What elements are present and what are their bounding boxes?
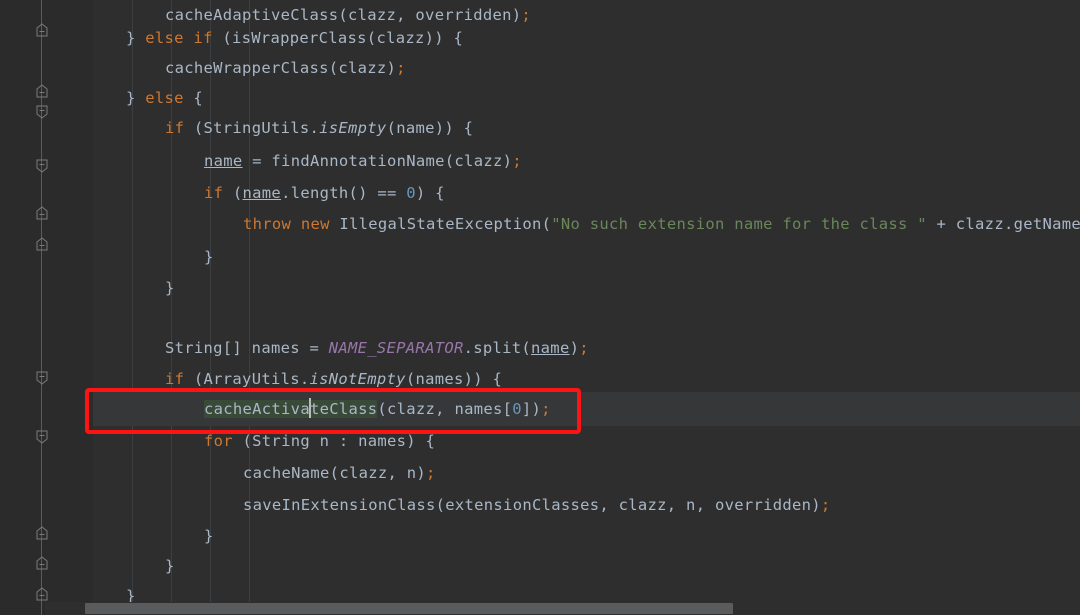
- line-cache-wrapper-class[interactable]: cacheWrapperClass(clazz);: [165, 53, 406, 83]
- line-string-names-split[interactable]: String[] names = NAME_SEPARATOR.split(na…: [165, 333, 589, 363]
- token-text: }: [126, 89, 146, 107]
- horizontal-scrollbar-track[interactable]: [45, 602, 1080, 615]
- horizontal-scrollbar-thumb[interactable]: [85, 603, 733, 614]
- token-text: .length() ==: [281, 184, 407, 202]
- token-text: (: [223, 184, 243, 202]
- token-text: else: [145, 89, 184, 107]
- token-text: cacheWrapperClass(clazz): [165, 59, 397, 77]
- token-text: (clazz, names[: [377, 400, 513, 418]
- token-text: }: [204, 248, 214, 266]
- fold-marker-end-2[interactable]: [34, 158, 50, 174]
- fold-marker-collapse-5[interactable]: [34, 525, 50, 541]
- token-text: cacheActiva: [204, 400, 310, 418]
- token-text: ;: [541, 400, 551, 418]
- token-text: ;: [512, 152, 522, 170]
- line-close-brace-2[interactable]: }: [165, 273, 175, 303]
- token-text: ;: [426, 464, 436, 482]
- fold-marker-collapse-7[interactable]: [34, 586, 50, 602]
- token-text: ;: [579, 339, 589, 357]
- token-text: name: [531, 339, 570, 357]
- token-text: if: [165, 370, 185, 388]
- highlighted-identifier: cacheActivateClass: [204, 398, 378, 418]
- token-text: }: [126, 29, 146, 47]
- token-text: + clazz.getName: [926, 215, 1080, 233]
- token-text: "No such extension name for the class ": [551, 215, 927, 233]
- token-text: (StringUtils.: [184, 119, 320, 137]
- token-text: ;: [521, 6, 532, 24]
- line-close-brace-1[interactable]: }: [204, 242, 214, 272]
- token-text: 0: [512, 400, 522, 418]
- fold-marker-end-3[interactable]: [34, 370, 50, 386]
- token-text: saveInExtensionClass(extensionClasses, c…: [243, 496, 821, 514]
- line-else[interactable]: } else {: [126, 83, 203, 113]
- token-text: if: [193, 29, 213, 47]
- indent-guide-4: [249, 0, 250, 615]
- token-text: throw: [243, 215, 292, 233]
- token-text: isNotEmpty: [309, 370, 406, 388]
- token-text: (names)) {: [405, 370, 503, 388]
- line-cache-name[interactable]: cacheName(clazz, n);: [243, 458, 436, 488]
- token-text: ) {: [415, 184, 445, 202]
- fold-marker-collapse-1[interactable]: [34, 22, 50, 38]
- line-close-brace-3[interactable]: }: [204, 521, 214, 551]
- fold-marker-collapse-2[interactable]: [34, 83, 50, 99]
- token-text: cacheAdaptiveClass(clazz, overridden): [165, 6, 522, 24]
- line-if-isempty[interactable]: if (StringUtils.isEmpty(name)) {: [165, 113, 473, 143]
- code-editor[interactable]: cacheAdaptiveClass(clazz, overridden); } …: [0, 0, 1080, 615]
- code-surface[interactable]: [0, 0, 1080, 615]
- line-cache-activate-class[interactable]: cacheActivateClass(clazz, names[0]);: [204, 394, 551, 424]
- line-else-if-wrapper[interactable]: } else if (isWrapperClass(clazz)) {: [126, 23, 463, 53]
- line-if-name-length[interactable]: if (name.length() == 0) {: [204, 178, 445, 208]
- token-text: ): [569, 339, 580, 357]
- token-text: ;: [396, 59, 406, 77]
- token-text: if: [165, 119, 185, 137]
- token-text: name: [242, 184, 282, 202]
- token-text: cacheName(clazz, n): [243, 464, 427, 482]
- token-text: }: [204, 527, 214, 545]
- line-throw-illegalstate[interactable]: throw new IllegalStateException("No such…: [243, 209, 1080, 239]
- token-text: for: [204, 432, 233, 450]
- fold-marker-collapse-3[interactable]: [34, 205, 50, 221]
- token-text: IllegalStateException(: [329, 215, 552, 233]
- token-text: teClass: [309, 400, 378, 418]
- token-text: .split(: [463, 339, 532, 357]
- fold-marker-end-4[interactable]: [34, 429, 50, 445]
- line-close-brace-4[interactable]: }: [165, 551, 175, 581]
- token-text: String[] names =: [165, 339, 329, 357]
- line-for-string-n[interactable]: for (String n : names) {: [204, 426, 435, 456]
- token-text: ]): [521, 400, 542, 418]
- token-text: if: [204, 184, 224, 202]
- fold-marker-end-1[interactable]: [34, 104, 50, 120]
- line-if-isnotempty[interactable]: if (ArrayUtils.isNotEmpty(names)) {: [165, 364, 502, 394]
- token-text: }: [165, 279, 175, 297]
- token-text: (ArrayUtils.: [184, 370, 310, 388]
- token-text: = findAnnotationName(clazz): [242, 152, 513, 170]
- token-text: NAME_SEPARATOR: [328, 339, 464, 357]
- line-save-in-extension-class[interactable]: saveInExtensionClass(extensionClasses, c…: [243, 490, 831, 520]
- token-text: {: [183, 89, 204, 107]
- token-text: (isWrapperClass(clazz)) {: [212, 29, 464, 47]
- token-text: else: [145, 29, 184, 47]
- editor-gutter[interactable]: [0, 0, 93, 615]
- token-text: (name)) {: [386, 119, 474, 137]
- token-text: ;: [820, 496, 831, 514]
- token-text: }: [165, 557, 175, 575]
- line-name-assign[interactable]: name = findAnnotationName(clazz);: [204, 146, 522, 176]
- token-text: 0: [406, 184, 416, 202]
- token-text: isEmpty: [319, 119, 387, 137]
- fold-marker-collapse-4[interactable]: [34, 236, 50, 252]
- token-text: (String n : names) {: [232, 432, 436, 450]
- fold-marker-collapse-6[interactable]: [34, 555, 50, 571]
- token-text: name: [204, 152, 243, 170]
- token-text: new: [300, 215, 330, 233]
